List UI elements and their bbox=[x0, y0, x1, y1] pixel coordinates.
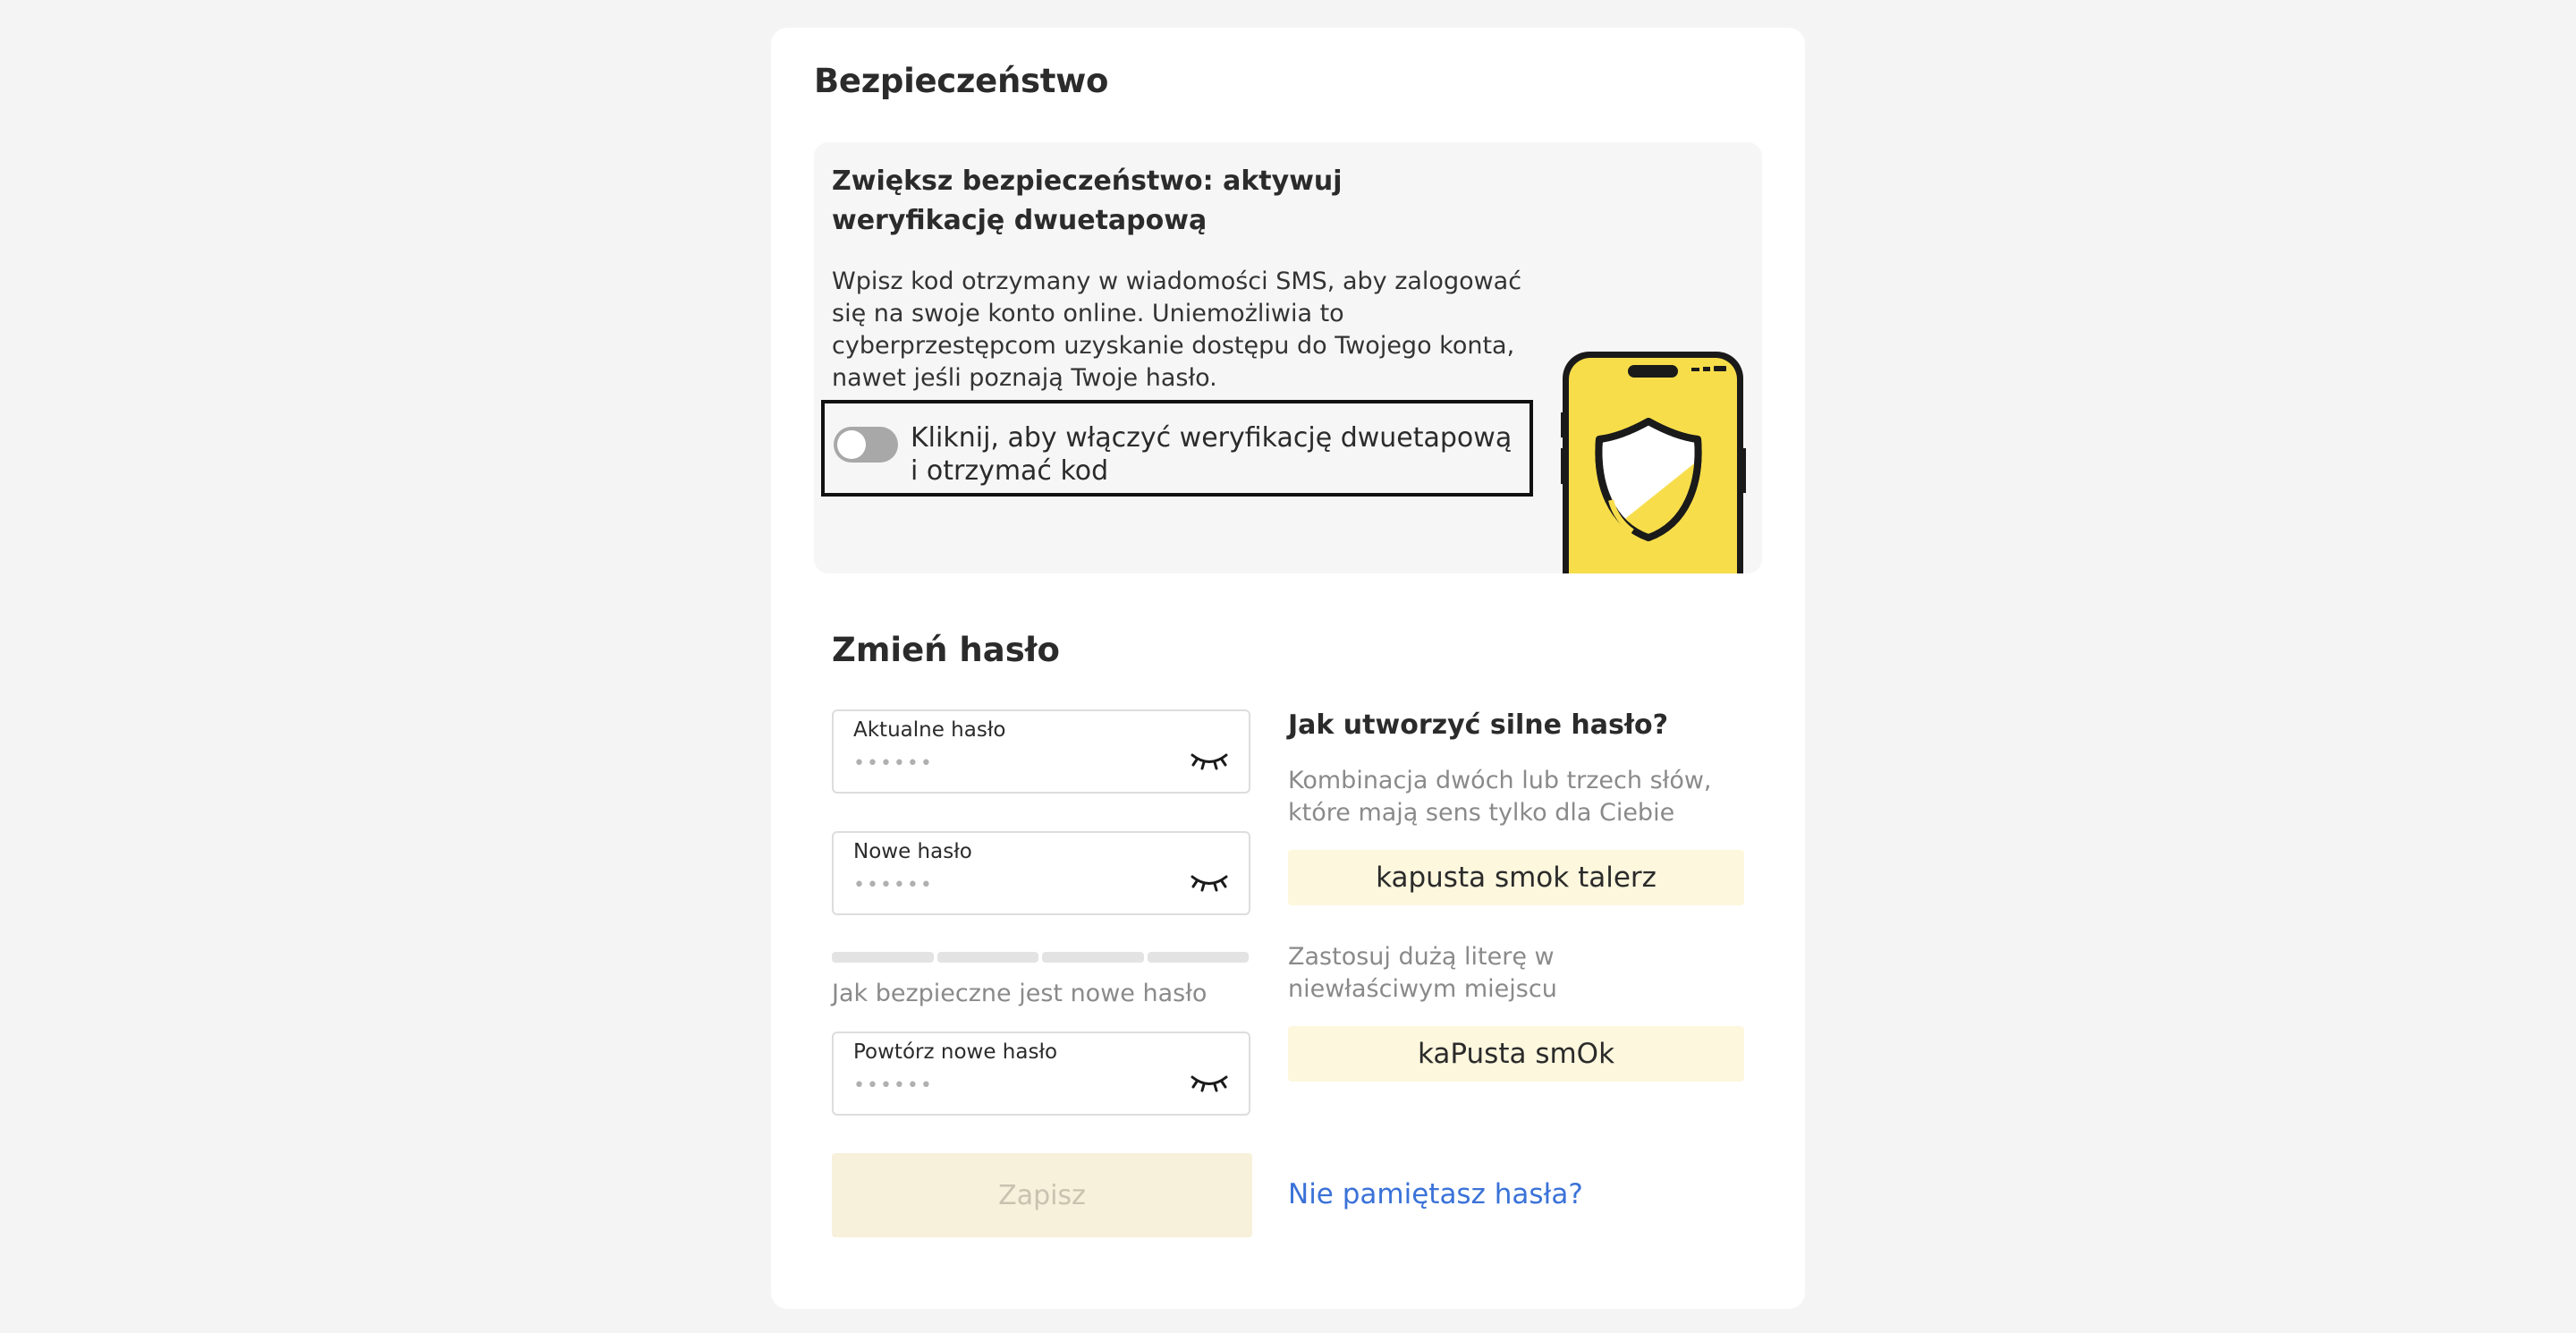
security-card: Bezpieczeństwo Zwiększ bezpieczeństwo: a… bbox=[771, 28, 1805, 1309]
save-button[interactable]: Zapisz bbox=[832, 1153, 1252, 1237]
eye-closed-icon[interactable] bbox=[1190, 1073, 1229, 1092]
password-strength-label: Jak bezpieczne jest nowe hasło bbox=[832, 980, 1208, 1007]
section-title-change-password: Zmień hasło bbox=[832, 631, 1060, 669]
field-label: Aktualne hasło bbox=[853, 718, 1006, 742]
toggle-knob bbox=[837, 430, 866, 459]
tip-example: kaPusta smOk bbox=[1288, 1026, 1744, 1082]
password-input[interactable]: •••••• bbox=[853, 874, 934, 896]
forgot-password-link[interactable]: Nie pamiętasz hasła? bbox=[1288, 1178, 1583, 1210]
new-password-field[interactable]: Nowe hasło •••••• bbox=[832, 831, 1250, 915]
twofa-toggle[interactable] bbox=[834, 427, 898, 463]
strength-segment bbox=[1147, 952, 1249, 963]
tips-title: Jak utworzyć silne hasło? bbox=[1288, 709, 1669, 741]
twofa-toggle-row[interactable]: Kliknij, aby włączyć weryfikację dwuetap… bbox=[821, 400, 1533, 497]
section-title-security: Bezpieczeństwo bbox=[814, 62, 1109, 100]
eye-closed-icon[interactable] bbox=[1190, 751, 1229, 770]
twofa-promo-box: Zwiększ bezpieczeństwo: aktywuj weryfika… bbox=[814, 142, 1762, 573]
strength-segment bbox=[1042, 952, 1144, 963]
tip-text: Zastosuj dużą literę w niewłaściwym miej… bbox=[1288, 943, 1557, 1003]
tip-text: Kombinacja dwóch lub trzech słów, które … bbox=[1288, 767, 1712, 827]
field-label: Nowe hasło bbox=[853, 840, 972, 863]
password-input[interactable]: •••••• bbox=[853, 752, 934, 775]
strength-segment bbox=[936, 952, 1038, 963]
strength-segment bbox=[832, 952, 934, 963]
current-password-field[interactable]: Aktualne hasło •••••• bbox=[832, 709, 1250, 794]
twofa-description: Wpisz kod otrzymany w wiadomości SMS, ab… bbox=[832, 267, 1522, 392]
eye-closed-icon[interactable] bbox=[1190, 872, 1229, 892]
tip-example: kapusta smok talerz bbox=[1288, 850, 1744, 905]
field-label: Powtórz nowe hasło bbox=[853, 1040, 1058, 1064]
phone-illustration bbox=[1561, 352, 1746, 573]
twofa-title: Zwiększ bezpieczeństwo: aktywuj weryfika… bbox=[832, 166, 1343, 236]
password-input[interactable]: •••••• bbox=[853, 1074, 934, 1097]
password-strength-meter bbox=[832, 952, 1249, 963]
repeat-password-field[interactable]: Powtórz nowe hasło •••••• bbox=[832, 1032, 1250, 1116]
twofa-toggle-label[interactable]: Kliknij, aby włączyć weryfikację dwuetap… bbox=[911, 421, 1528, 488]
